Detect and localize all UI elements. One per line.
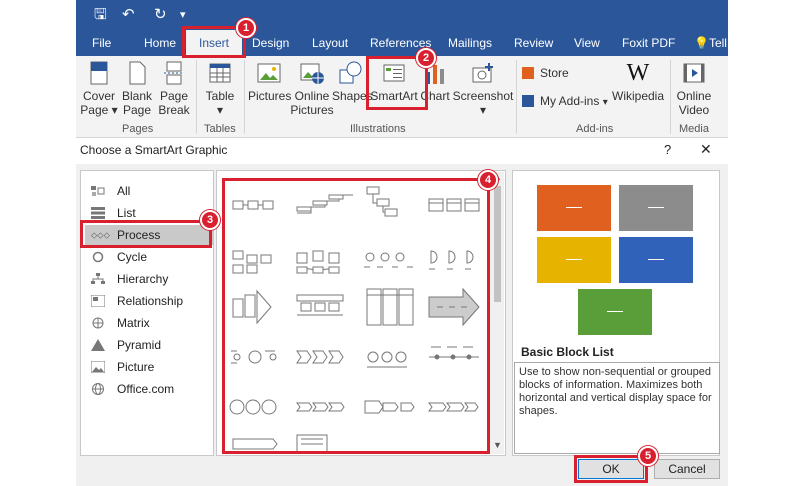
tab-design[interactable]: Design [252, 30, 289, 56]
all-icon [91, 186, 105, 196]
cycle-icon [92, 251, 104, 263]
category-hierarchy[interactable]: Hierarchy [89, 269, 213, 289]
dialog-title: Choose a SmartArt Graphic [80, 143, 228, 157]
help-button[interactable]: ? [664, 142, 671, 157]
online-video-button[interactable]: Online Video [674, 60, 714, 117]
highlight-ok-button [574, 455, 648, 483]
group-label-addins: Add-ins [576, 123, 614, 135]
preview-block-gray [619, 185, 693, 231]
shapes-icon [339, 61, 362, 84]
category-relationship[interactable]: Relationship [89, 291, 213, 311]
tab-foxit-pdf[interactable]: Foxit PDF [622, 30, 675, 56]
step-badge-1: 1 [236, 18, 256, 38]
list-icon [91, 207, 105, 219]
globe-icon [92, 383, 104, 395]
wikipedia-icon: W [626, 60, 650, 86]
close-icon[interactable]: ✕ [700, 141, 712, 158]
cancel-button[interactable]: Cancel [654, 459, 720, 479]
page-break-icon [164, 61, 184, 85]
shapes-button[interactable]: Shapes [332, 60, 373, 103]
preview-block-green [578, 289, 652, 335]
pyramid-icon [91, 339, 105, 351]
step-badge-2: 2 [416, 48, 436, 68]
cover-page-button[interactable]: Cover Page ▾ [80, 60, 118, 117]
blank-page-icon [129, 61, 146, 85]
table-icon [209, 63, 231, 83]
tab-mailings[interactable]: Mailings [448, 30, 492, 56]
hierarchy-icon [91, 273, 105, 284]
tab-view[interactable]: View [574, 30, 600, 56]
category-all[interactable]: All [89, 181, 213, 201]
store-icon [522, 67, 534, 79]
preview-block-orange [537, 185, 611, 231]
category-matrix[interactable]: Matrix [89, 313, 213, 333]
category-picture[interactable]: Picture [89, 357, 213, 377]
cover-page-icon [90, 61, 108, 85]
online-pictures-icon [300, 63, 324, 84]
redo-icon[interactable]: ↻ [154, 6, 167, 24]
page-break-button[interactable]: Page Break [156, 60, 192, 117]
category-cycle[interactable]: Cycle [89, 247, 213, 267]
my-addins-button[interactable]: My Add-ins ▾ [522, 94, 608, 108]
group-separator [244, 60, 245, 134]
step-badge-4: 4 [478, 170, 498, 190]
step-badge-5: 5 [638, 446, 658, 466]
relationship-icon [91, 295, 105, 307]
category-pyramid[interactable]: Pyramid [89, 335, 213, 355]
undo-icon[interactable]: ↶ [122, 6, 135, 24]
screenshot-icon [472, 63, 493, 83]
category-list: All List ⬦⬦⬦ Process Cycle Hierarchy Rel… [80, 170, 214, 456]
preview-description: Use to show non-sequential or grouped bl… [514, 362, 720, 454]
store-button[interactable]: Store [522, 66, 569, 80]
scroll-thumb[interactable] [494, 186, 501, 302]
preview-title: Basic Block List [521, 345, 614, 359]
tab-tell-me[interactable]: 💡Tell [694, 30, 727, 56]
group-label-tables: Tables [204, 123, 236, 135]
group-separator [196, 60, 197, 134]
group-label-illustrations: Illustrations [350, 123, 406, 135]
step-badge-3: 3 [200, 210, 220, 230]
blank-page-button[interactable]: Blank Page [120, 60, 154, 117]
group-label-pages: Pages [122, 123, 154, 135]
highlight-layout-gallery [222, 178, 490, 454]
tab-home[interactable]: Home [144, 30, 176, 56]
chevron-down-icon: ▾ [602, 97, 608, 108]
quick-access-toolbar: 🖫 ↶ ↻ ▾ [76, 0, 728, 30]
tab-file[interactable]: File [92, 30, 111, 56]
preview-block-blue [619, 237, 693, 283]
table-button[interactable]: Table ▾ [202, 60, 238, 117]
category-office-com[interactable]: Office.com [89, 379, 213, 399]
group-separator [516, 60, 517, 134]
addins-icon [522, 95, 534, 107]
tab-layout[interactable]: Layout [312, 30, 348, 56]
preview-block-yellow [537, 237, 611, 283]
highlight-process-category [80, 220, 212, 248]
lightbulb-icon: 💡 [694, 36, 709, 50]
matrix-icon [92, 317, 104, 329]
group-separator [670, 60, 671, 134]
picture-icon [91, 361, 105, 373]
scroll-down-icon[interactable]: ▼ [493, 440, 502, 450]
online-video-icon [683, 63, 705, 83]
dialog-titlebar: Choose a SmartArt Graphic ? ✕ [76, 138, 728, 164]
ribbon-tabs: File Home Insert Design Layout Reference… [76, 30, 728, 57]
screenshot-button[interactable]: Screenshot ▾ [452, 60, 514, 117]
pictures-icon [257, 63, 281, 83]
group-label-media: Media [679, 123, 709, 135]
save-icon[interactable]: 🖫 [94, 6, 107, 24]
wikipedia-button[interactable]: W Wikipedia [612, 60, 664, 103]
pictures-button[interactable]: Pictures [248, 60, 291, 103]
tab-review[interactable]: Review [514, 30, 553, 56]
customize-qat-icon[interactable]: ▾ [180, 6, 186, 24]
online-pictures-button[interactable]: Online Pictures [290, 60, 334, 117]
